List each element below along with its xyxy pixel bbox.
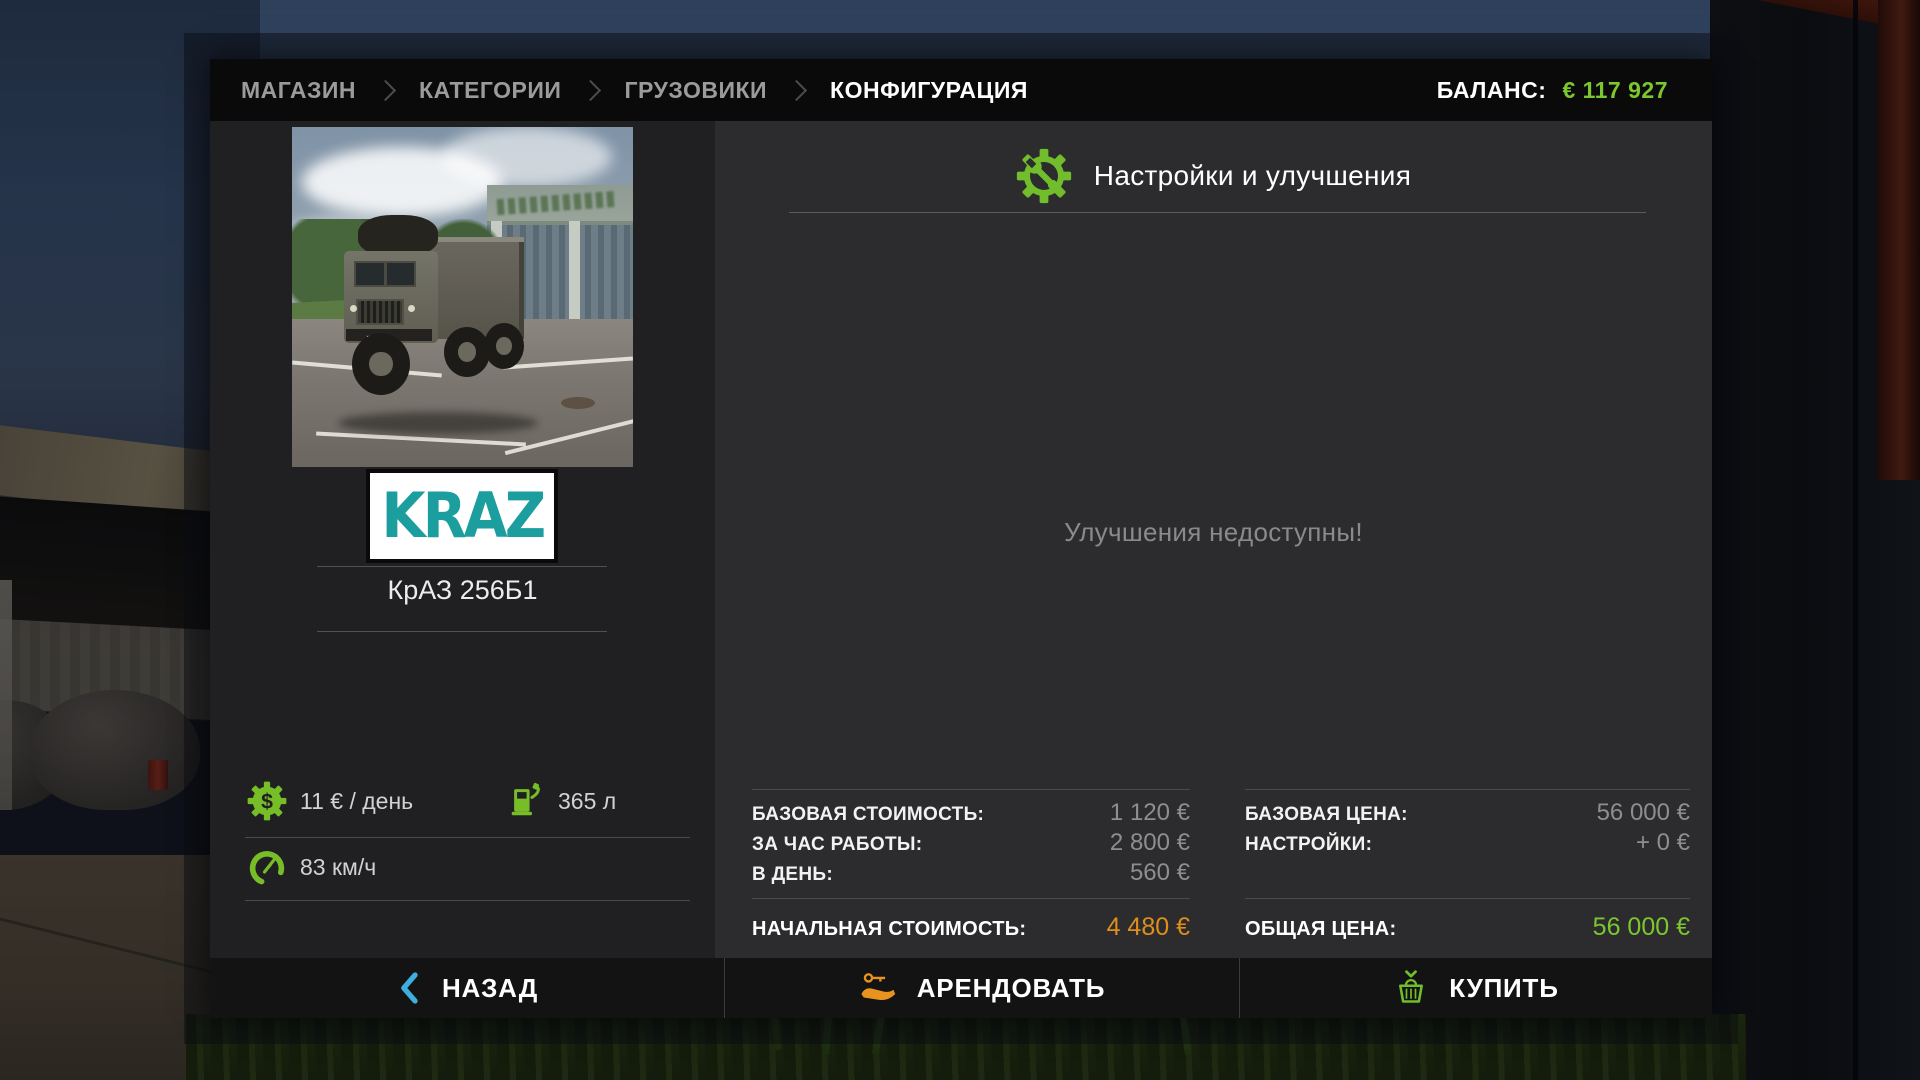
cost-label: НАСТРОЙКИ: [1245,834,1372,856]
divider [752,898,1190,899]
divider [752,789,1190,790]
svg-text:$: $ [261,790,273,814]
no-upgrades-message: Улучшения недоступны! [715,517,1712,548]
brand-logo: KRAZ [366,469,558,563]
cost-row: БАЗОВАЯ ЦЕНА: 56 000 € [1245,799,1690,829]
photo-cloud [442,127,612,187]
top-bar: МАГАЗИН КАТЕГОРИИ ГРУЗОВИКИ КОНФИГУРАЦИЯ… [210,59,1712,121]
speedometer-icon [247,847,287,887]
cost-label: В ДЕНЬ: [752,864,833,886]
stat-speed-value: 83 км/ч [300,854,376,881]
chevron-right-icon [580,79,601,100]
truck-wheel-hub [369,352,392,377]
cost-value: + 0 € [1636,829,1690,857]
cost-label: ЗА ЧАС РАБОТЫ: [752,834,922,856]
total-label: НАЧАЛЬНАЯ СТОИМОСТЬ: [752,918,1026,941]
stat-fuel-capacity: 365 л [507,781,616,821]
brand-logo-text: KRAZ [381,480,543,553]
cost-value: 2 800 € [1110,829,1190,857]
breadcrumb-item-categories[interactable]: КАТЕГОРИИ [419,77,561,104]
stat-maintenance-cost: $ 11 € / день [247,781,413,821]
stat-maintenance-value: 11 € / день [300,788,413,815]
truck-wheel-hub [458,342,476,362]
background-red-pillar [1878,0,1920,480]
gear-wrench-icon [1016,148,1072,204]
buy-button-label: КУПИТЬ [1449,973,1558,1004]
purchase-costs-block: БАЗОВАЯ ЦЕНА: 56 000 € НАСТРОЙКИ: + 0 € … [1245,789,1690,942]
vehicle-name: КрАЗ 256Б1 [210,575,715,606]
divider [317,566,607,567]
chevron-right-icon [786,79,807,100]
back-button-label: НАЗАД [442,973,538,1004]
photo-sign-text [497,191,618,215]
total-label: ОБЩАЯ ЦЕНА: [1245,918,1396,941]
breadcrumb-item-shop[interactable]: МАГАЗИН [241,77,356,104]
cost-value: 560 € [1130,859,1190,887]
truck-wheel-hub [496,337,512,355]
truck-front-wheel [352,333,410,395]
chevron-left-icon [396,970,422,1006]
cost-row: ЗА ЧАС РАБОТЫ: 2 800 € [752,829,1190,859]
panel-header: Настройки и улучшения [715,145,1712,207]
truck-headlight [408,305,415,312]
cost-value: 56 000 € [1597,799,1690,827]
lease-button-label: АРЕНДОВАТЬ [917,973,1106,1004]
shop-configuration-window: МАГАЗИН КАТЕГОРИИ ГРУЗОВИКИ КОНФИГУРАЦИЯ… [210,59,1712,1018]
balance-label: БАЛАНС: [1437,77,1547,104]
gear-dollar-icon: $ [247,781,287,821]
basket-icon [1393,970,1429,1006]
balance-value: € 117 927 [1562,77,1668,104]
cost-row: БАЗОВАЯ СТОИМОСТЬ: 1 120 € [752,799,1190,829]
cost-label: БАЗОВАЯ СТОИМОСТЬ: [752,804,984,826]
hand-key-icon [859,971,897,1005]
lease-button[interactable]: АРЕНДОВАТЬ [725,958,1240,1018]
stat-max-speed: 83 км/ч [247,847,376,887]
cost-row: НАСТРОЙКИ: + 0 € [1245,829,1690,859]
cost-row: В ДЕНЬ: 560 € [752,859,1190,889]
photo-manhole [561,397,595,409]
truck-headlight [350,305,357,312]
total-row: ОБЩАЯ ЦЕНА: 56 000 € [1245,913,1690,942]
divider [245,900,690,901]
truck-shadow [338,412,538,434]
photo-truck [344,215,524,430]
fuel-pump-icon [507,781,545,821]
panel-title: Настройки и улучшения [1094,160,1411,192]
divider [789,212,1646,213]
spacer [1245,859,1690,889]
lease-costs-block: БАЗОВАЯ СТОИМОСТЬ: 1 120 € ЗА ЧАС РАБОТЫ… [752,789,1190,942]
truck-grille [356,299,404,325]
divider [317,631,607,632]
divider [1245,789,1690,790]
balance: БАЛАНС: € 117 927 [1437,77,1668,104]
buy-button[interactable]: КУПИТЬ [1240,958,1712,1018]
background-structure-edge [1853,0,1858,1080]
truck-rear-wheel [484,323,524,369]
breadcrumb: МАГАЗИН КАТЕГОРИИ ГРУЗОВИКИ КОНФИГУРАЦИЯ [241,77,1028,104]
truck-windshield [354,261,416,287]
chevron-right-icon [375,79,396,100]
divider [245,837,690,838]
cost-value: 1 120 € [1110,799,1190,827]
divider [1245,898,1690,899]
total-row: НАЧАЛЬНАЯ СТОИМОСТЬ: 4 480 € [752,913,1190,942]
vehicle-photo [292,127,633,467]
footer-bar: НАЗАД АРЕНДОВАТЬ КУПИТЬ [210,958,1712,1018]
total-value: 4 480 € [1107,913,1190,942]
stat-fuel-value: 365 л [558,788,616,815]
cost-label: БАЗОВАЯ ЦЕНА: [1245,804,1408,826]
truck-rear-wheel [444,327,490,377]
breadcrumb-item-trucks[interactable]: ГРУЗОВИКИ [624,77,767,104]
total-value: 56 000 € [1593,913,1690,942]
breadcrumb-item-configuration[interactable]: КОНФИГУРАЦИЯ [830,77,1028,104]
back-button[interactable]: НАЗАД [210,958,725,1018]
